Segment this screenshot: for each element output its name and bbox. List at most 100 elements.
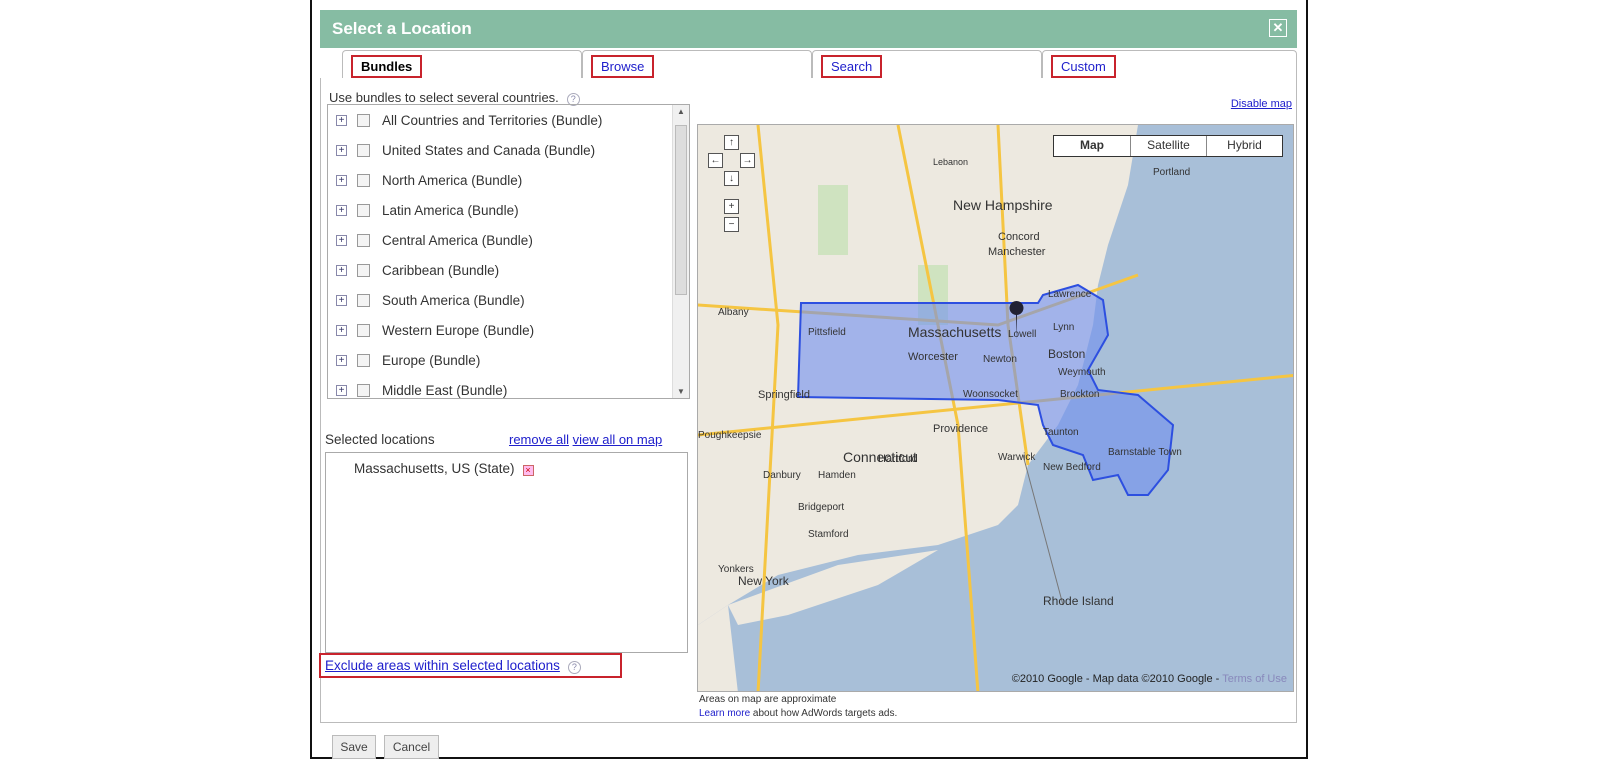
expand-icon[interactable]: + [336,264,347,276]
hint-text: Use bundles to select several countries. [329,90,559,105]
bundle-item[interactable]: + South America (Bundle) [336,289,525,311]
map-label: Lawrence [1048,289,1092,300]
bundle-checkbox[interactable] [357,323,370,337]
tab-bar: Bundles Browse Search Custom [320,48,1297,78]
map-label: Connecticut [843,449,917,465]
bundle-label: Middle East (Bundle) [382,382,508,398]
learn-more-link[interactable]: Learn more [699,708,750,719]
tab-content: Use bundles to select several countries.… [319,78,1297,723]
bundle-item[interactable]: + Middle East (Bundle) [336,379,508,398]
map-label: Concord [998,231,1040,243]
expand-icon[interactable]: + [336,144,347,156]
pan-left-icon[interactable]: ← [708,153,723,168]
tab-label[interactable]: Browse [601,59,644,74]
scrollbar[interactable]: ▲ ▼ [672,105,689,398]
expand-icon[interactable]: + [336,354,347,366]
map-type-hybrid[interactable]: Hybrid [1206,136,1282,156]
remove-all-link[interactable]: remove all [509,432,569,447]
scroll-up-icon[interactable]: ▲ [677,107,685,116]
bundle-label: Central America (Bundle) [382,232,533,248]
map-label: Newton [983,354,1017,365]
bundle-label: All Countries and Territories (Bundle) [382,112,603,128]
tab-browse[interactable]: Browse [582,50,812,78]
map-label: Hamden [818,470,856,481]
scroll-down-icon[interactable]: ▼ [677,387,685,396]
bundle-checkbox[interactable] [357,263,370,277]
disable-map-link[interactable]: Disable map [1231,98,1292,110]
bundle-checkbox[interactable] [357,173,370,187]
zoom-in-icon[interactable]: + [724,199,739,214]
map-label: Lebanon [933,157,968,167]
tab-custom[interactable]: Custom [1042,50,1297,78]
bundle-checkbox[interactable] [357,353,370,367]
expand-icon[interactable]: + [336,324,347,336]
bundle-checkbox[interactable] [357,383,370,397]
map-label: Boston [1048,347,1085,361]
terms-of-use-link[interactable]: Terms of Use [1222,673,1287,685]
tab-bundles[interactable]: Bundles [342,50,582,78]
exclude-areas-link[interactable]: Exclude areas within selected locations [325,658,560,673]
dialog-title: Select a Location [332,19,472,38]
map-label: Taunton [1043,427,1079,438]
bundle-item[interactable]: + All Countries and Territories (Bundle) [336,109,602,131]
map-type-satellite[interactable]: Satellite [1130,136,1206,156]
bundle-checkbox[interactable] [357,203,370,217]
bundle-checkbox[interactable] [357,293,370,307]
map-label: Massachusetts [908,324,1001,340]
bundle-item[interactable]: + Latin America (Bundle) [336,199,519,221]
bundle-checkbox[interactable] [357,143,370,157]
map-label: Worcester [908,351,958,363]
leader-line [1022,454,1064,606]
bundle-item[interactable]: + Central America (Bundle) [336,229,533,251]
selected-locations-label: Selected locations [325,432,435,447]
learn-more-text: about how AdWords targets ads. [750,708,898,719]
map-label: Brockton [1060,389,1099,400]
tab-label[interactable]: Custom [1061,59,1106,74]
close-icon[interactable]: ✕ [1269,19,1287,37]
pan-right-icon[interactable]: → [740,153,755,168]
zoom-out-icon[interactable]: − [724,217,739,232]
cancel-button[interactable]: Cancel [384,735,439,759]
pan-up-icon[interactable]: ↑ [724,135,739,150]
map-label: New Bedford [1043,462,1101,473]
expand-icon[interactable]: + [336,384,347,396]
bundle-checkbox[interactable] [357,113,370,127]
help-icon[interactable]: ? [567,661,581,674]
selected-locations-box: Massachusetts, US (State) × [325,452,688,653]
bundle-item[interactable]: + Western Europe (Bundle) [336,319,534,341]
map-label: Providence [933,423,988,435]
map-label: Manchester [988,246,1046,258]
exclude-areas-box: Exclude areas within selected locations? [319,653,622,678]
expand-icon[interactable]: + [336,174,347,186]
bundle-item[interactable]: + United States and Canada (Bundle) [336,139,595,161]
tab-search[interactable]: Search [812,50,1042,78]
expand-icon[interactable]: + [336,204,347,216]
scroll-thumb[interactable] [675,125,687,295]
remove-icon[interactable]: × [522,465,534,476]
map-type-map[interactable]: Map [1054,136,1130,156]
tab-label: Bundles [351,55,423,78]
expand-icon[interactable]: + [336,114,347,126]
bundle-checkbox[interactable] [357,233,370,247]
bundle-item[interactable]: + Europe (Bundle) [336,349,480,371]
map-label: Lowell [1008,329,1036,340]
bundle-item[interactable]: + Caribbean (Bundle) [336,259,499,281]
copyright-text: ©2010 Google - Map data ©2010 Google - [1011,673,1220,685]
expand-icon[interactable]: + [336,234,347,246]
save-button[interactable]: Save [332,735,376,759]
map-label: Poughkeepsie [698,430,762,441]
map-label: Albany [718,307,749,318]
tab-label[interactable]: Search [831,59,872,74]
map[interactable]: New Hampshire Concord Manchester Massachuse… [697,124,1294,692]
bundle-label: North America (Bundle) [382,172,523,188]
selected-location-item: Massachusetts, US (State) × [354,461,534,476]
map-label: Danbury [763,470,801,481]
bundle-list[interactable]: ▲ ▼ + All Countries and Territories (Bund… [327,104,690,399]
bundle-label: Caribbean (Bundle) [382,262,500,278]
pan-down-icon[interactable]: ↓ [724,171,739,186]
map-canvas[interactable]: New Hampshire Concord Manchester Massachuse… [698,125,1294,692]
bundle-item[interactable]: + North America (Bundle) [336,169,522,191]
expand-icon[interactable]: + [336,294,347,306]
view-all-on-map-link[interactable]: view all on map [573,432,663,447]
map-label: New York [738,574,790,588]
